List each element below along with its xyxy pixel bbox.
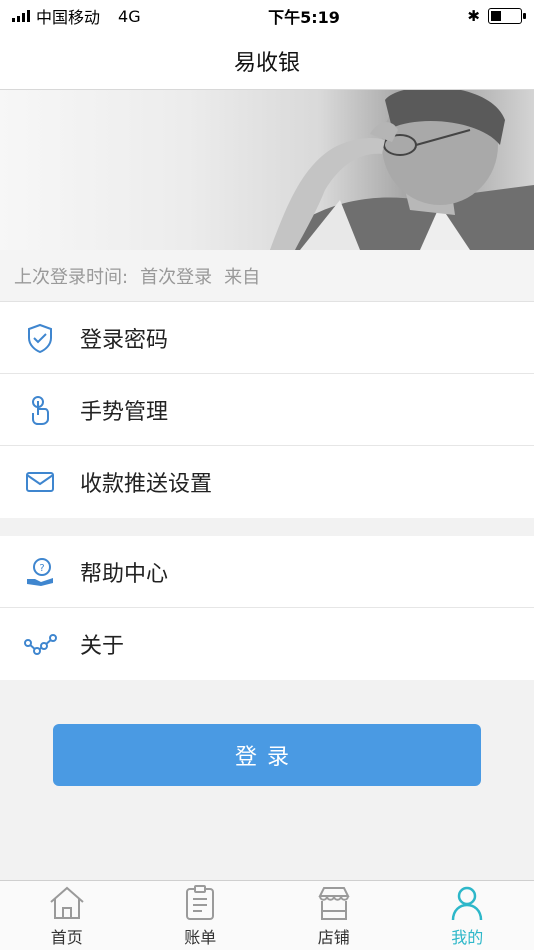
menu-label: 关于 (80, 634, 125, 659)
tab-label: 店铺 (317, 927, 350, 947)
bluetooth-icon: ✱ (467, 7, 480, 25)
envelope-icon (0, 465, 80, 499)
nav-bar: 易收银 (0, 32, 534, 90)
tab-label: 首页 (50, 927, 83, 947)
status-time: 下午5:19 (268, 8, 340, 27)
login-button[interactable]: 登录 (53, 724, 481, 786)
signal-icon (12, 10, 30, 22)
last-login-label: 上次登录时间: (14, 266, 129, 288)
network-type: 4G (118, 6, 141, 26)
tab-home[interactable]: 首页 (0, 881, 134, 950)
menu-group-security: 登录密码 手势管理 收款推送设置 (0, 302, 534, 518)
status-bar: 中国移动 4G 下午5:19 ✱ (0, 0, 534, 32)
menu-group-info: ? 帮助中心 关于 (0, 536, 534, 680)
menu-item-help-center[interactable]: ? 帮助中心 (0, 536, 534, 608)
help-hand-icon: ? (0, 555, 80, 589)
menu-item-about[interactable]: 关于 (0, 608, 534, 680)
menu-label: 收款推送设置 (80, 472, 213, 497)
menu-item-login-password[interactable]: 登录密码 (0, 302, 534, 374)
status-left: 中国移动 4G (12, 4, 141, 28)
battery-icon (487, 8, 526, 24)
tab-label: 账单 (184, 927, 217, 947)
user-icon (452, 886, 483, 920)
tab-label: 我的 (451, 927, 484, 947)
about-nodes-icon (0, 627, 80, 661)
tab-bill[interactable]: 账单 (134, 881, 268, 950)
menu-label: 手势管理 (80, 399, 169, 425)
menu-label: 登录密码 (80, 327, 169, 353)
last-login-info: 上次登录时间: 首次登录 来自 (0, 250, 534, 302)
home-icon (50, 886, 84, 919)
last-login-value: 首次登录 (140, 266, 213, 288)
menu-item-gesture[interactable]: 手势管理 (0, 374, 534, 446)
page-title: 易收银 (233, 50, 300, 76)
shield-icon (0, 321, 80, 355)
tab-bar: 首页 账单 店铺 我的 (0, 880, 534, 950)
banner-image (0, 90, 534, 250)
banner-photo (270, 90, 534, 250)
menu-item-push-settings[interactable]: 收款推送设置 (0, 446, 534, 518)
finger-touch-icon (0, 393, 80, 427)
svg-text:?: ? (39, 563, 44, 574)
last-login-from: 来自 (224, 266, 261, 288)
carrier-name: 中国移动 (36, 8, 101, 27)
tab-mine[interactable]: 我的 (401, 881, 534, 950)
shop-icon (318, 886, 350, 920)
status-right: ✱ (467, 7, 526, 25)
menu-label: 帮助中心 (80, 561, 169, 587)
tab-shop[interactable]: 店铺 (267, 881, 401, 950)
bill-icon (186, 884, 215, 920)
